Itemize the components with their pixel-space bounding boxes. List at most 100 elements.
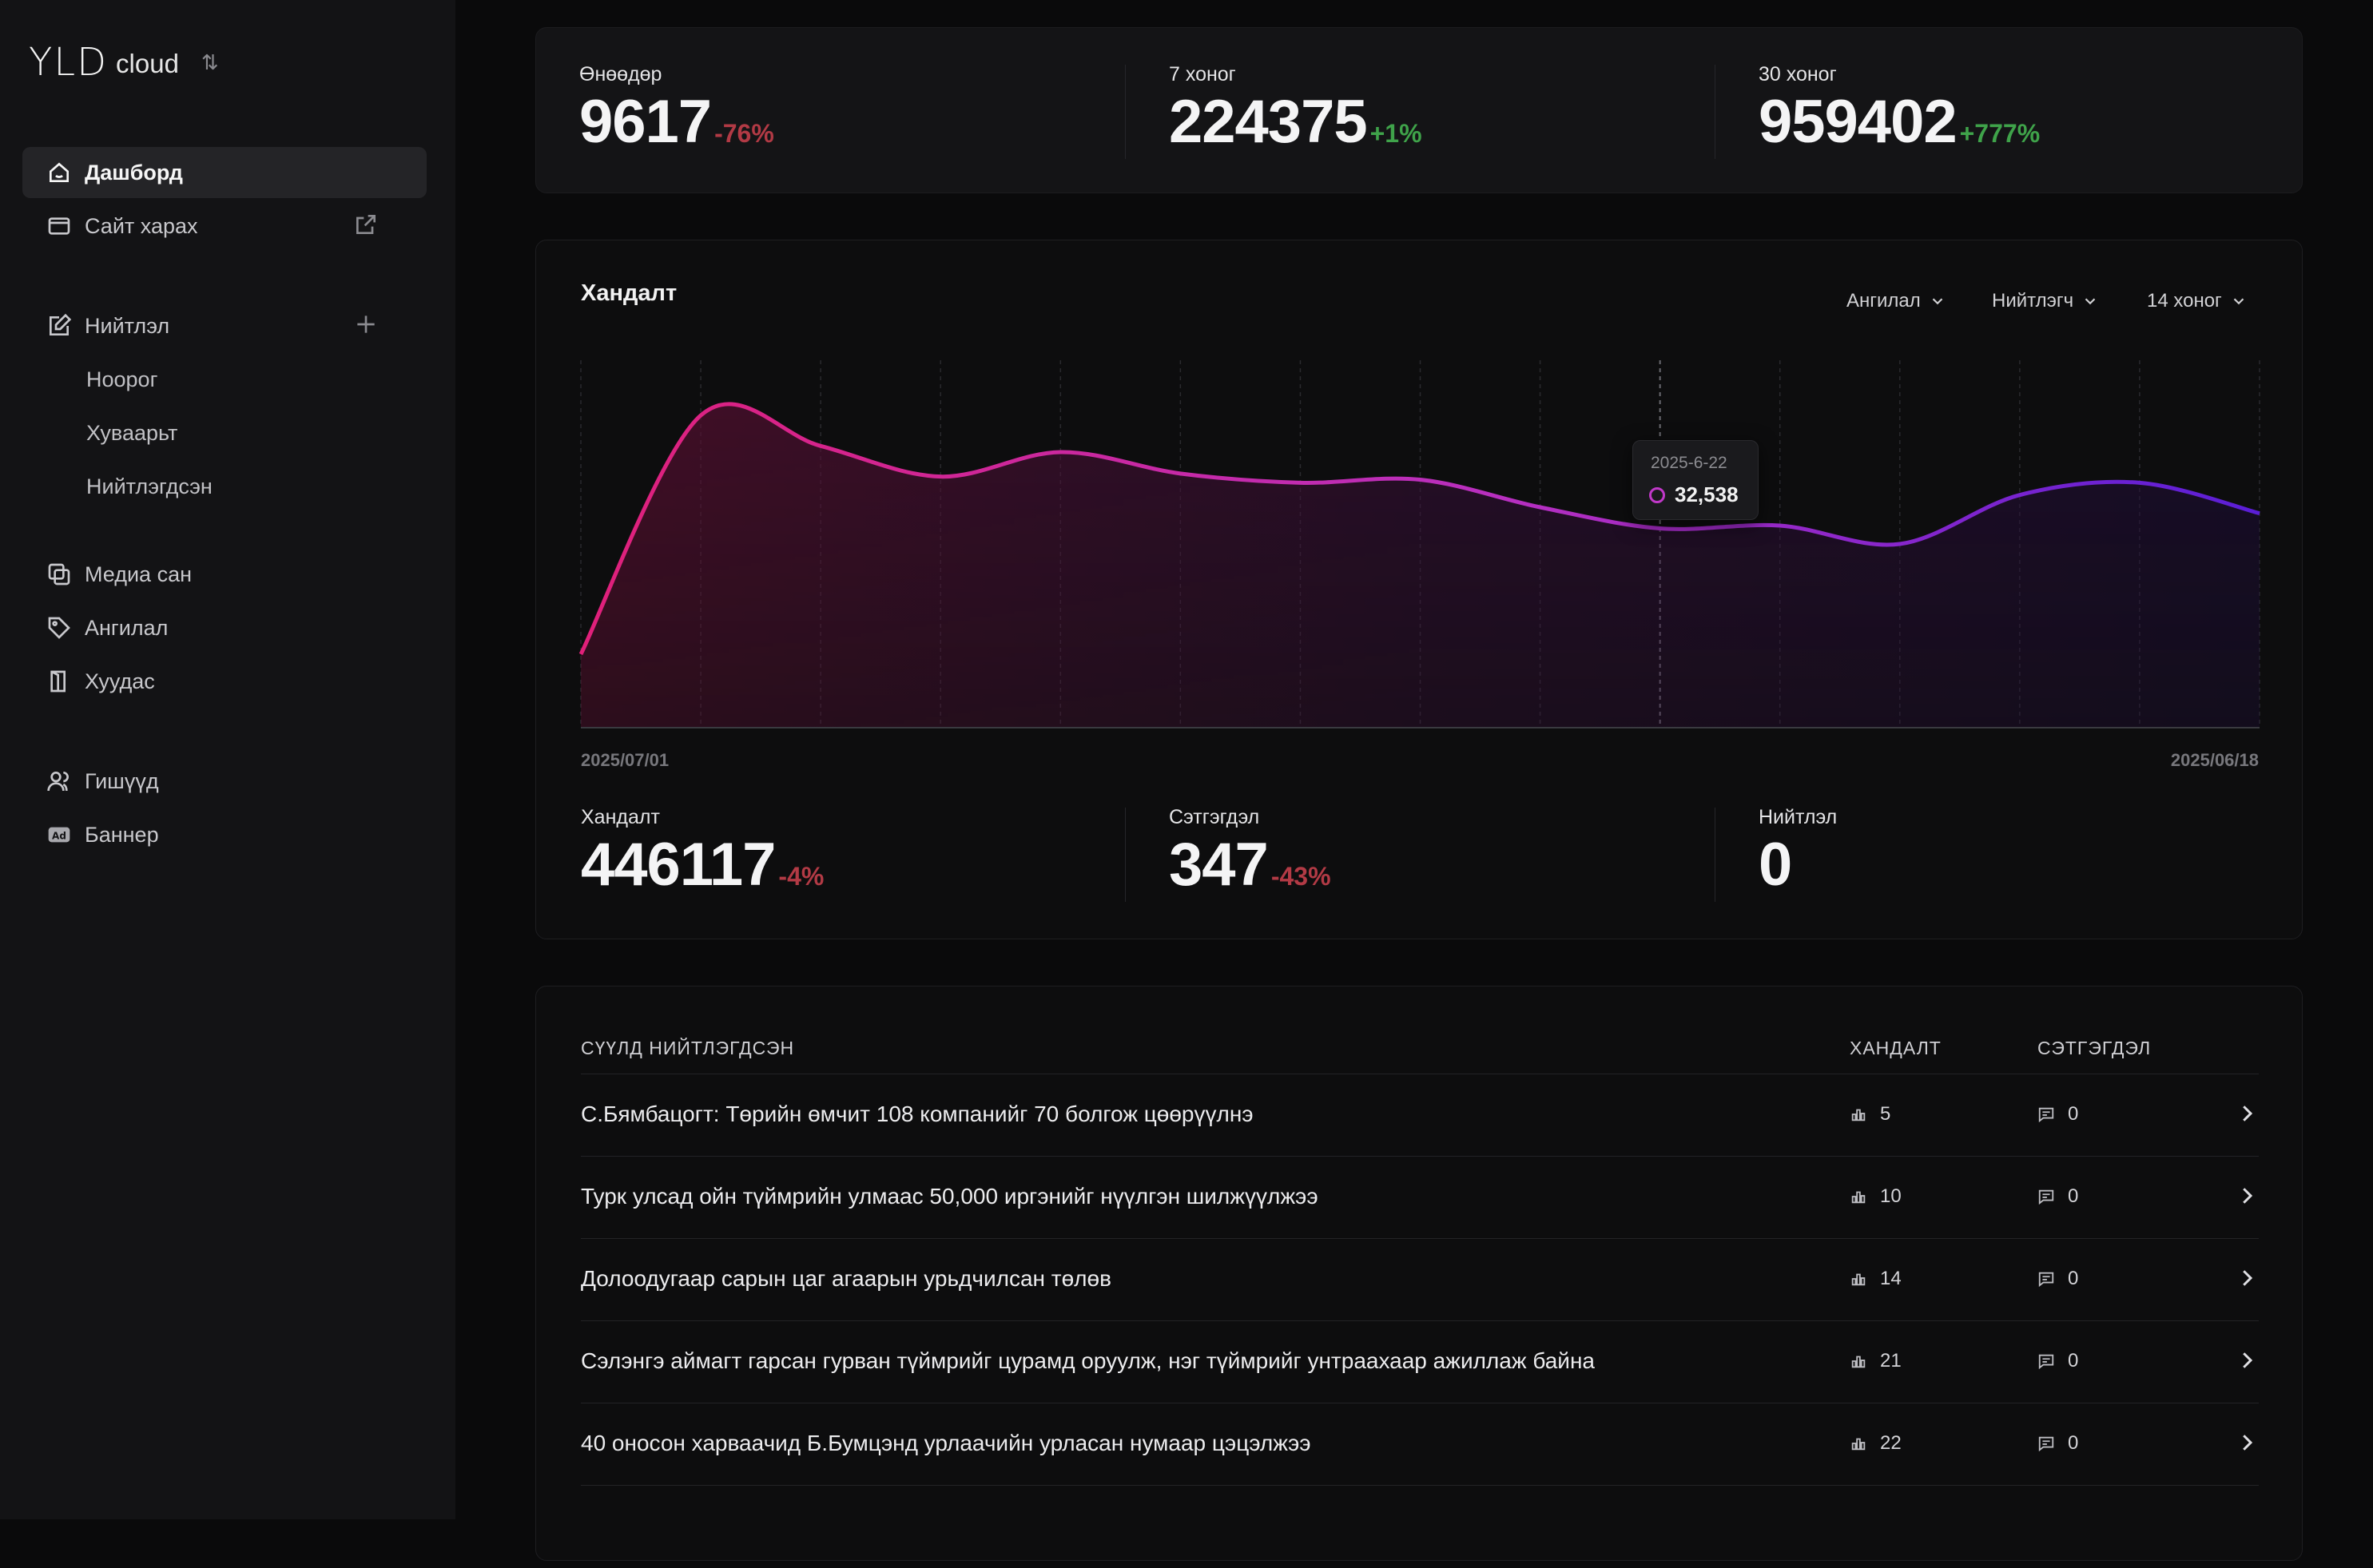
column-header-title: СҮҮЛД НИЙТЛЭГДСЭН bbox=[581, 1038, 795, 1058]
home-icon bbox=[45, 158, 74, 187]
book-icon bbox=[45, 667, 74, 696]
category-filter[interactable]: Ангилал bbox=[1846, 290, 1946, 312]
data-point[interactable] bbox=[1175, 469, 1185, 478]
sidebar-item-banner[interactable]: Ad Баннер bbox=[22, 809, 427, 860]
sidebar-item-label: Сайт харах bbox=[85, 213, 198, 238]
post-title[interactable]: 40 оносон харваачид Б.Бумцэнд урлаачийн … bbox=[581, 1431, 1311, 1456]
stat-label: Сэтгэгдэл bbox=[1169, 806, 1260, 828]
chevron-down-icon bbox=[1932, 298, 1943, 305]
browser-icon bbox=[45, 212, 74, 240]
divider bbox=[1125, 808, 1126, 902]
switch-icon[interactable]: ⇅ bbox=[201, 50, 219, 75]
comments-count: 0 bbox=[2068, 1350, 2079, 1372]
table-row-partial bbox=[581, 1485, 2259, 1568]
series-area bbox=[581, 403, 2260, 728]
stat-views: Хандалт 446117 -4% bbox=[581, 806, 824, 896]
external-link-icon[interactable] bbox=[353, 212, 382, 240]
data-point[interactable] bbox=[576, 649, 586, 659]
publisher-filter[interactable]: Нийтлэгч bbox=[1992, 290, 2099, 312]
data-point[interactable] bbox=[1295, 478, 1305, 487]
table-row[interactable]: 40 оносон харваачид Б.Бумцэнд урлаачийн … bbox=[581, 1403, 2259, 1486]
sidebar-item-label: Баннер bbox=[85, 822, 159, 847]
stat-change: -43% bbox=[1270, 862, 1331, 891]
data-point[interactable] bbox=[1536, 502, 1545, 512]
chevron-down-icon bbox=[2233, 298, 2244, 305]
period-filter[interactable]: 14 хоног bbox=[2147, 290, 2248, 312]
chevron-right-icon[interactable] bbox=[2235, 1102, 2259, 1125]
post-title[interactable]: Турк улсад ойн түймрийн улмаас 50,000 ир… bbox=[581, 1184, 1318, 1209]
table-row[interactable]: Сэлэнгэ аймагт гарсан гурван түймрийг цу… bbox=[581, 1320, 2259, 1403]
comment-icon bbox=[2038, 1436, 2054, 1452]
table-row[interactable]: Турк улсад ойн түймрийн улмаас 50,000 ир… bbox=[581, 1156, 2259, 1239]
filter-label: 14 хоног bbox=[2147, 290, 2222, 312]
comments-cell: 0 bbox=[2037, 1268, 2078, 1290]
summary-stats-card: Өнөөдөр 9617 -76% 7 хоног 224375 +1% 30 … bbox=[535, 27, 2303, 193]
sidebar-item-pages[interactable]: Хуудас bbox=[22, 656, 427, 707]
sidebar-item-view-site[interactable]: Сайт харах bbox=[22, 200, 427, 252]
sidebar-item-categories[interactable]: Ангилал bbox=[22, 602, 427, 653]
comments-cell: 0 bbox=[2037, 1432, 2078, 1455]
sidebar-item-label: Ангилал bbox=[85, 615, 169, 640]
views-count: 14 bbox=[1880, 1268, 1902, 1289]
stat-change: +1% bbox=[1369, 119, 1422, 148]
sidebar-item-label: Хуудас bbox=[85, 669, 155, 693]
divider bbox=[1125, 65, 1126, 159]
data-point[interactable] bbox=[1895, 539, 1905, 549]
data-point[interactable] bbox=[2255, 509, 2264, 518]
data-point[interactable] bbox=[936, 472, 945, 482]
sidebar-item-published[interactable]: Нийтлэгдсэн bbox=[86, 474, 213, 499]
table-row[interactable]: С.Бямбацогт: Төрийн өмчит 108 компанийг … bbox=[581, 1074, 2259, 1157]
stat-label: 7 хоног bbox=[1169, 63, 1236, 85]
bar-chart-icon bbox=[1851, 1438, 1866, 1451]
sidebar-item-members[interactable]: Гишүүд bbox=[22, 756, 427, 807]
filter-label: Ангилал bbox=[1846, 290, 1921, 312]
traffic-chart-card: Хандалт Ангилал Нийтлэгч 14 хоног 2025-6… bbox=[535, 240, 2303, 939]
post-title[interactable]: Долоодугаар сарын цаг агаарын урьдчилсан… bbox=[581, 1266, 1111, 1292]
chevron-right-icon[interactable] bbox=[2235, 1348, 2259, 1372]
table-row[interactable]: Долоодугаар сарын цаг агаарын урьдчилсан… bbox=[581, 1238, 2259, 1321]
sidebar-item-scheduled[interactable]: Хуваарьт bbox=[86, 421, 177, 446]
data-point[interactable] bbox=[816, 441, 825, 451]
traffic-area-chart[interactable] bbox=[578, 360, 2260, 728]
stat-label: Хандалт bbox=[581, 806, 660, 828]
comments-cell: 0 bbox=[2037, 1103, 2078, 1125]
data-point[interactable] bbox=[2135, 478, 2144, 487]
comments-cell: 0 bbox=[2037, 1350, 2078, 1372]
stat-value: 224375 bbox=[1169, 88, 1368, 156]
bar-chart-icon bbox=[1851, 1273, 1866, 1286]
views-count: 5 bbox=[1880, 1103, 1891, 1125]
chevron-right-icon[interactable] bbox=[2235, 1431, 2259, 1455]
tooltip-date: 2025-6-22 bbox=[1651, 454, 1727, 472]
comments-count: 0 bbox=[2068, 1185, 2079, 1207]
comment-icon bbox=[2038, 1272, 2054, 1288]
data-point[interactable] bbox=[1775, 521, 1785, 530]
post-title[interactable]: Сэлэнгэ аймагт гарсан гурван түймрийг цу… bbox=[581, 1348, 1595, 1374]
comment-icon bbox=[2038, 1354, 2054, 1370]
data-point[interactable] bbox=[2015, 490, 2025, 500]
data-point[interactable] bbox=[1055, 447, 1065, 457]
brand[interactable]: YLD cloud ⇅ bbox=[29, 40, 219, 85]
post-title[interactable]: С.Бямбацогт: Төрийн өмчит 108 компанийг … bbox=[581, 1102, 1254, 1127]
data-point[interactable] bbox=[696, 411, 706, 420]
sidebar-item-drafts[interactable]: Ноорог bbox=[86, 367, 157, 392]
data-point[interactable] bbox=[1656, 524, 1665, 534]
brand-sub: cloud bbox=[116, 49, 179, 78]
stat-today: Өнөөдөр 9617 -76% bbox=[579, 63, 774, 153]
stat-change: +777% bbox=[1959, 119, 2041, 148]
views-count: 10 bbox=[1880, 1185, 1902, 1207]
stat-label: Нийтлэл bbox=[1759, 806, 1838, 828]
tag-icon bbox=[45, 613, 74, 642]
chevron-right-icon[interactable] bbox=[2235, 1266, 2259, 1290]
add-post-icon[interactable] bbox=[353, 312, 382, 340]
comments-cell: 0 bbox=[2037, 1185, 2078, 1208]
sidebar-item-dashboard[interactable]: Дашборд bbox=[22, 147, 427, 198]
data-point[interactable] bbox=[1416, 475, 1425, 485]
stat-value: 347 bbox=[1169, 831, 1269, 899]
chevron-right-icon[interactable] bbox=[2235, 1184, 2259, 1208]
stat-change: -4% bbox=[778, 862, 825, 891]
stat-change: -76% bbox=[714, 119, 774, 148]
sidebar-item-posts[interactable]: Нийтлэл bbox=[22, 300, 427, 351]
edit-icon bbox=[45, 312, 74, 340]
sidebar-item-media[interactable]: Медиа сан bbox=[22, 549, 427, 600]
views-cell: 22 bbox=[1850, 1432, 1902, 1455]
